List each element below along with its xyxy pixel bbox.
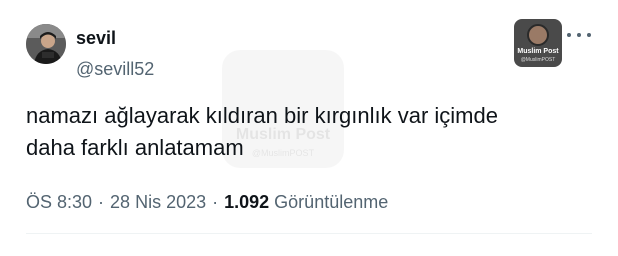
more-dot: [587, 33, 591, 37]
views-count: 1.092: [224, 191, 270, 212]
avatar[interactable]: [26, 24, 66, 64]
author-display-name[interactable]: sevil: [76, 28, 116, 48]
tweet-card: Muslim Post @MuslimPOST sevil @sevill52 …: [0, 0, 618, 256]
badge-face-icon: [527, 24, 549, 46]
badge-subtitle: @MuslimPOST: [520, 57, 556, 63]
user-avatar-icon: [26, 24, 66, 64]
more-dot: [577, 33, 581, 37]
more-dot: [567, 33, 571, 37]
author-handle[interactable]: @sevill52: [76, 59, 154, 79]
meta-separator: ·: [98, 191, 105, 212]
muslim-post-badge: Muslim Post @MuslimPOST: [514, 19, 562, 67]
views-label: Görüntülenme: [274, 191, 389, 212]
divider: [26, 233, 592, 234]
tweet-time[interactable]: ÖS 8:30: [26, 192, 92, 213]
meta-separator: ·: [212, 191, 219, 212]
tweet-text: namazı ağlayarak kıldıran bir kırgınlık …: [26, 103, 498, 160]
tweet-date[interactable]: 28 Nis 2023: [110, 192, 206, 213]
more-horizontal-icon[interactable]: [567, 28, 591, 42]
tweet-meta: ÖS 8:30 · 28 Nis 2023 · 1.092 Görüntülen…: [26, 191, 388, 213]
badge-title: Muslim Post: [517, 48, 559, 55]
